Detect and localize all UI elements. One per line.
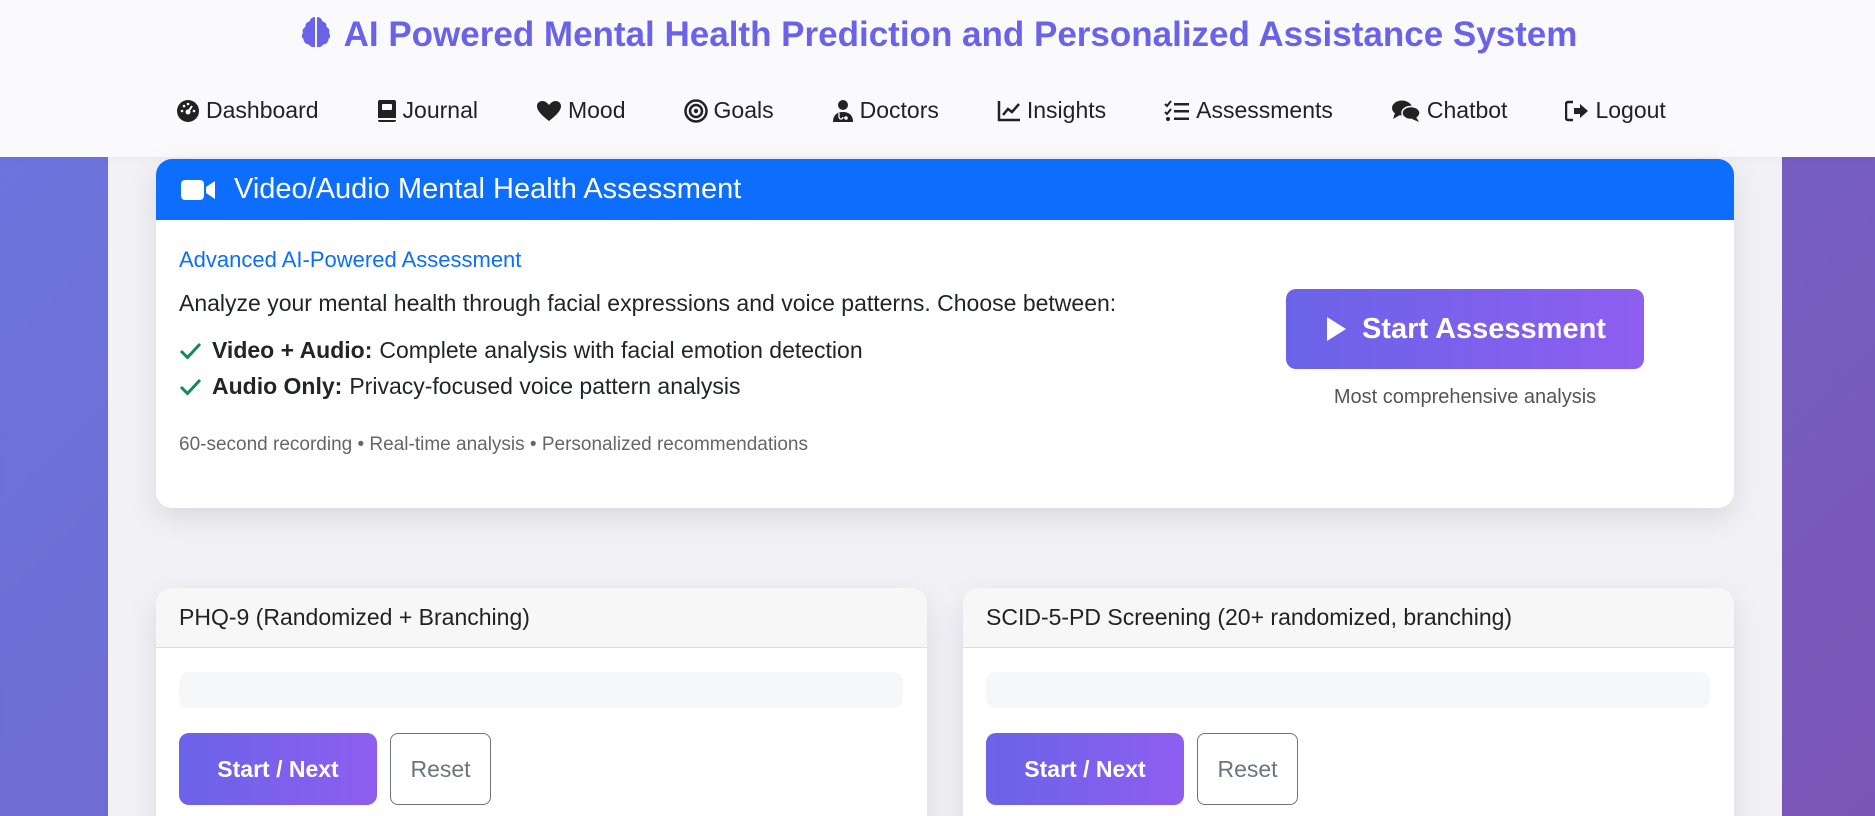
start-assessment-hint: Most comprehensive analysis xyxy=(1333,386,1597,408)
feature-text: Privacy-focused voice pattern analysis xyxy=(349,373,741,399)
nav-logout-label: Logout xyxy=(1595,97,1666,123)
nav-dashboard[interactable]: Dashboard xyxy=(176,97,319,124)
video-assessment-header: Video/Audio Mental Health Assessment xyxy=(156,159,1734,220)
assessment-subtitle: Advanced AI-Powered Assessment xyxy=(179,247,522,272)
scid5-progress-area xyxy=(986,672,1710,708)
feature-title: Video + Audio: xyxy=(212,337,373,363)
brain-icon xyxy=(298,14,334,59)
nav-mood[interactable]: Mood xyxy=(536,97,626,124)
play-icon xyxy=(1327,317,1347,341)
feature-title: Audio Only: xyxy=(212,373,343,399)
nav-journal[interactable]: Journal xyxy=(377,97,478,124)
scid5-card: SCID-5-PD Screening (20+ randomized, bra… xyxy=(963,588,1734,816)
feature-text: Complete analysis with facial emotion de… xyxy=(379,337,863,363)
video-assessment-card: Video/Audio Mental Health Assessment Adv… xyxy=(156,159,1734,508)
journal-icon xyxy=(377,99,396,122)
start-assessment-button[interactable]: Start Assessment xyxy=(1286,289,1644,369)
phq9-title: PHQ-9 (Randomized + Branching) xyxy=(156,588,927,648)
assessment-description: Analyze your mental health through facia… xyxy=(179,290,1117,316)
comments-icon xyxy=(1391,100,1421,122)
target-icon xyxy=(683,98,708,123)
nav-insights[interactable]: Insights xyxy=(997,97,1106,124)
nav-doctors-label: Doctors xyxy=(859,97,939,123)
nav-goals[interactable]: Goals xyxy=(683,97,774,124)
phq9-progress-area xyxy=(179,672,903,708)
video-camera-icon xyxy=(181,179,215,200)
assessment-meta: 60-second recording • Real-time analysis… xyxy=(179,434,808,455)
nav-insights-label: Insights xyxy=(1026,97,1107,123)
app-title: AI Powered Mental Health Prediction and … xyxy=(343,15,1578,54)
phq9-reset-button[interactable]: Reset xyxy=(390,733,491,805)
chart-line-icon xyxy=(997,100,1020,121)
app-brand[interactable]: AI Powered Mental Health Prediction and … xyxy=(0,14,1875,59)
nav-doctors[interactable]: Doctors xyxy=(832,97,939,124)
nav-assessments-label: Assessments xyxy=(1196,97,1333,123)
heart-icon xyxy=(536,100,561,121)
nav-journal-label: Journal xyxy=(402,97,478,123)
feature-item: Audio Only: Privacy-focused voice patter… xyxy=(179,373,741,400)
scid5-reset-button[interactable]: Reset xyxy=(1197,733,1298,805)
nav-chatbot-label: Chatbot xyxy=(1426,97,1508,123)
video-assessment-title: Video/Audio Mental Health Assessment xyxy=(234,173,742,205)
doctor-icon xyxy=(832,99,853,122)
gauge-icon xyxy=(177,99,199,122)
nav-mood-label: Mood xyxy=(567,97,626,123)
scid5-title: SCID-5-PD Screening (20+ randomized, bra… xyxy=(963,588,1734,648)
nav-dashboard-label: Dashboard xyxy=(206,97,319,123)
check-icon xyxy=(179,378,202,396)
top-header: AI Powered Mental Health Prediction and … xyxy=(0,0,1875,157)
phq9-card: PHQ-9 (Randomized + Branching) Start / N… xyxy=(156,588,927,816)
start-assessment-label: Start Assessment xyxy=(1362,312,1606,345)
phq9-start-next-button[interactable]: Start / Next xyxy=(179,733,377,805)
nav-chatbot[interactable]: Chatbot xyxy=(1391,97,1508,124)
nav-assessments[interactable]: Assessments xyxy=(1164,97,1333,124)
scid5-start-next-button[interactable]: Start / Next xyxy=(986,733,1184,805)
list-check-icon xyxy=(1164,99,1190,121)
feature-item: Video + Audio: Complete analysis with fa… xyxy=(179,337,863,364)
check-icon xyxy=(179,342,202,360)
logout-icon xyxy=(1565,100,1589,121)
nav-logout[interactable]: Logout xyxy=(1565,97,1666,124)
main-nav: Dashboard Journal Mood Goals Doctors Ins… xyxy=(176,97,1666,124)
nav-goals-label: Goals xyxy=(713,97,774,123)
